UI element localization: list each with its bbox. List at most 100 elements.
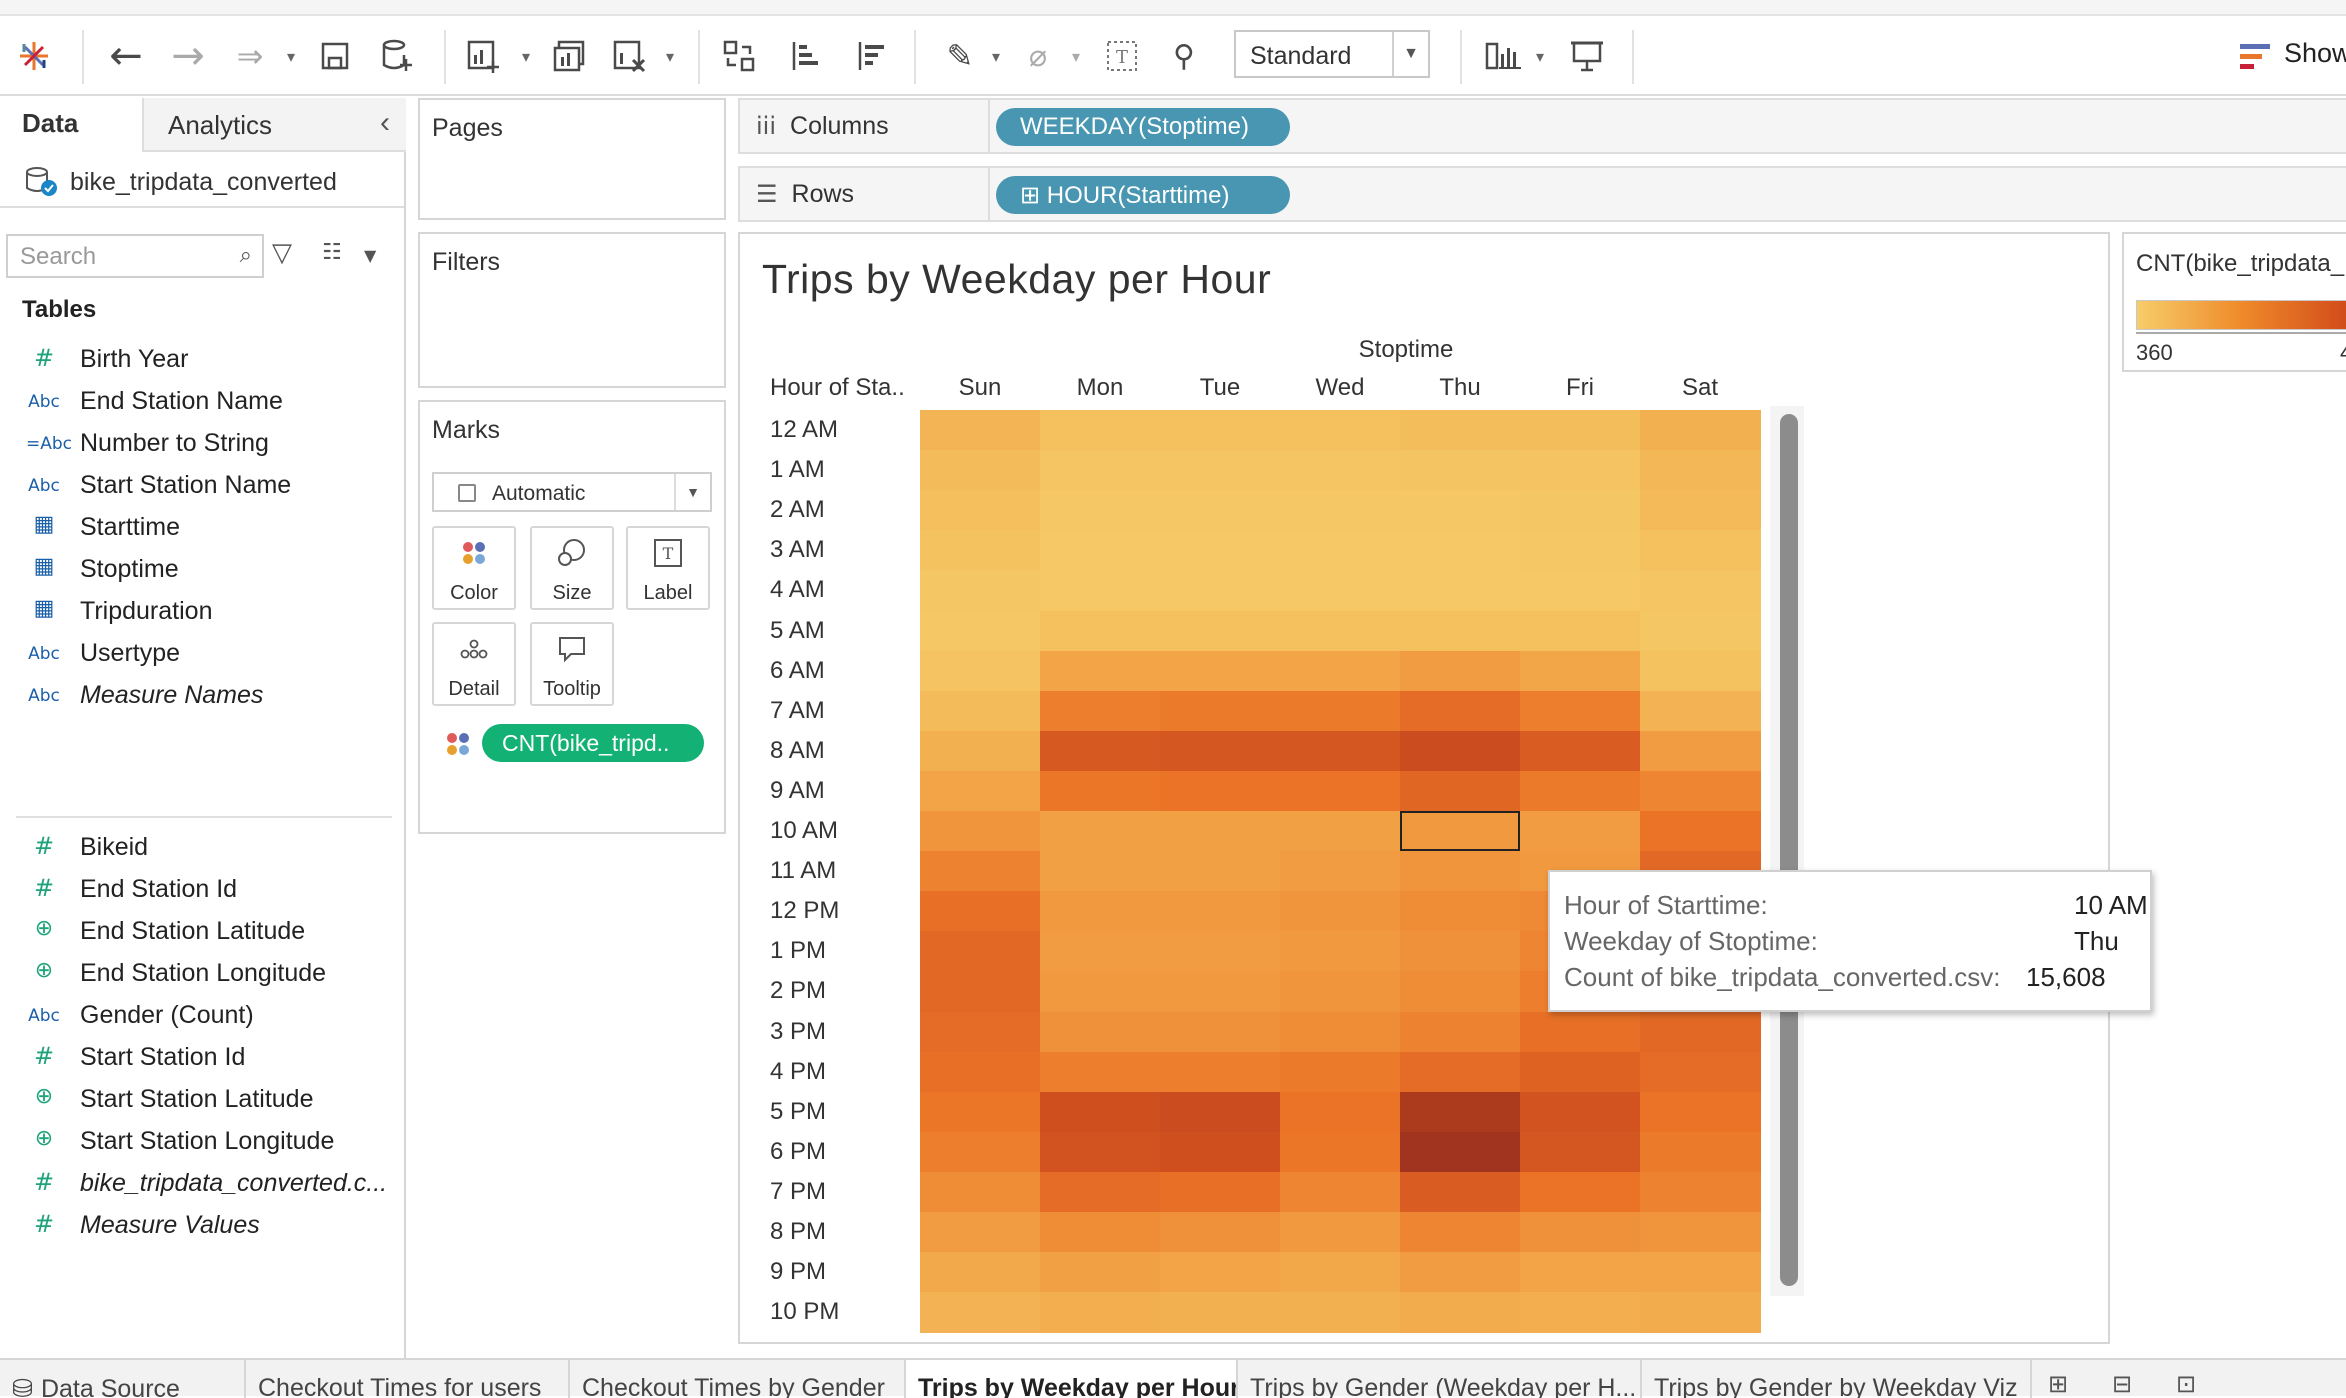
heatmap-cell[interactable] <box>1040 1212 1161 1253</box>
heatmap-cell[interactable] <box>920 1131 1041 1173</box>
heatmap-cell[interactable] <box>920 891 1041 933</box>
row-header-label[interactable]: 7 AM <box>770 697 910 725</box>
heatmap-cell[interactable] <box>1280 610 1401 652</box>
new-worksheet-icon[interactable] <box>460 16 506 96</box>
heatmap-cell[interactable] <box>920 1292 1041 1334</box>
heatmap-cell[interactable] <box>1040 730 1161 772</box>
data-source-item[interactable]: bike_tripdata_converted <box>0 152 404 208</box>
field-item[interactable]: ⊕ End Station Latitude <box>0 910 404 952</box>
heatmap-cell[interactable] <box>1520 1212 1641 1253</box>
heatmap-cell[interactable] <box>1040 851 1161 893</box>
redo-dropdown-icon[interactable]: ▾ <box>282 16 300 96</box>
heatmap-cell[interactable] <box>920 971 1041 1013</box>
heatmap-cell[interactable] <box>1280 490 1401 532</box>
columns-shelf[interactable]: iii Columns WEEKDAY(Stoptime) <box>738 98 2346 154</box>
field-item[interactable]: # End Station Id <box>0 868 404 910</box>
heatmap-cell[interactable] <box>1640 1091 1761 1133</box>
heatmap-cell[interactable] <box>1040 1011 1161 1053</box>
heatmap-cell[interactable] <box>1520 811 1641 852</box>
tab-trips-gender-weekday-hour[interactable]: Trips by Gender (Weekday per H... <box>1238 1360 1642 1398</box>
row-header-label[interactable]: 12 AM <box>770 416 910 444</box>
field-item[interactable]: ▦ Tripduration <box>0 590 404 632</box>
heatmap-cell[interactable] <box>1040 530 1161 572</box>
heatmap-cell[interactable] <box>1280 730 1401 772</box>
heatmap-cell[interactable] <box>1160 851 1281 893</box>
new-worksheet-tab-icon[interactable]: ⊞ <box>2048 1370 2068 1398</box>
forward-arrow-icon[interactable]: → <box>162 16 214 96</box>
heatmap-cell[interactable] <box>1400 570 1521 612</box>
heatmap-cell[interactable] <box>1400 610 1521 652</box>
pin-icon[interactable]: ⚲ <box>1164 16 1204 96</box>
marks-detail-button[interactable]: Detail <box>432 622 516 706</box>
row-header-title[interactable]: Hour of Sta.. <box>770 374 905 402</box>
heatmap-cell[interactable] <box>1640 1051 1761 1093</box>
heatmap-cell[interactable] <box>1400 490 1521 532</box>
field-item[interactable]: Abc Gender (Count) <box>0 994 404 1036</box>
column-header-sat[interactable]: Sat <box>1640 374 1760 402</box>
heatmap-cell[interactable] <box>920 1252 1041 1294</box>
row-header-label[interactable]: 4 AM <box>770 576 910 604</box>
collapse-pane-icon[interactable]: ‹ <box>380 106 390 140</box>
heatmap-cell[interactable] <box>1160 1011 1281 1053</box>
row-header-label[interactable]: 1 AM <box>770 456 910 484</box>
row-header-label[interactable]: 11 AM <box>770 857 910 885</box>
heatmap-cell[interactable] <box>1400 1292 1521 1334</box>
heatmap-cell[interactable] <box>1520 410 1641 451</box>
row-header-label[interactable]: 9 AM <box>770 777 910 805</box>
heatmap-cell[interactable] <box>1280 1051 1401 1093</box>
field-item[interactable]: Abc Start Station Name <box>0 464 404 506</box>
heatmap-cell[interactable] <box>1520 1011 1641 1053</box>
column-header-thu[interactable]: Thu <box>1400 374 1520 402</box>
heatmap-cell[interactable] <box>920 610 1041 652</box>
redo-icon[interactable]: ⇒ <box>224 16 276 96</box>
heatmap-cell[interactable] <box>1400 410 1521 451</box>
heatmap-cell[interactable] <box>1400 530 1521 572</box>
tab-data[interactable]: Data <box>0 98 142 152</box>
heatmap-cell[interactable] <box>920 1171 1041 1213</box>
heatmap-cell[interactable] <box>1160 1131 1281 1173</box>
marks-color-button[interactable]: Color <box>432 526 516 610</box>
heatmap-cell[interactable] <box>1280 450 1401 492</box>
duplicate-sheet-icon[interactable] <box>546 16 592 96</box>
view-list-icon[interactable]: ☷ <box>322 240 342 265</box>
heatmap-cell[interactable] <box>1400 690 1521 732</box>
group-paperclip-icon[interactable]: ⌀ <box>1018 16 1058 96</box>
row-header-label[interactable]: 4 PM <box>770 1058 910 1086</box>
row-header-label[interactable]: 10 PM <box>770 1298 910 1326</box>
heatmap-cell[interactable] <box>1280 1212 1401 1253</box>
heatmap-cell[interactable] <box>920 450 1041 492</box>
heatmap-cell[interactable] <box>1280 570 1401 612</box>
row-header-label[interactable]: 3 PM <box>770 1018 910 1046</box>
heatmap-cell[interactable] <box>1640 690 1761 732</box>
heatmap-cell[interactable] <box>1040 931 1161 973</box>
heatmap-cell[interactable] <box>1280 530 1401 572</box>
row-header-label[interactable]: 9 PM <box>770 1258 910 1286</box>
heatmap-cell[interactable] <box>1280 650 1401 692</box>
heatmap-cell[interactable] <box>920 1091 1041 1133</box>
sort-descending-icon[interactable] <box>848 16 894 96</box>
heatmap-cell[interactable] <box>1040 971 1161 1013</box>
heatmap-cell[interactable] <box>1400 730 1521 772</box>
heatmap-cell[interactable] <box>920 1212 1041 1253</box>
mark-type-dropdown[interactable]: Automatic ▼ <box>432 472 712 512</box>
column-header-sun[interactable]: Sun <box>920 374 1040 402</box>
heatmap-cell[interactable] <box>1400 891 1521 933</box>
heatmap-cell[interactable] <box>1280 811 1401 852</box>
row-header-label[interactable]: 8 PM <box>770 1218 910 1246</box>
row-header-label[interactable]: 1 PM <box>770 937 910 965</box>
heatmap-cell[interactable] <box>1400 931 1521 973</box>
heatmap-cell[interactable] <box>1400 1212 1521 1253</box>
row-header-label[interactable]: 5 PM <box>770 1098 910 1126</box>
heatmap-cell[interactable] <box>1400 1051 1521 1093</box>
filter-funnel-icon[interactable]: ▽ <box>272 238 292 268</box>
row-header-label[interactable]: 8 AM <box>770 737 910 765</box>
field-search-input[interactable]: Search ⌕ <box>6 234 264 278</box>
show-cards-icon[interactable] <box>1482 16 1526 96</box>
row-header-label[interactable]: 10 AM <box>770 817 910 845</box>
row-header-label[interactable]: 5 AM <box>770 617 910 645</box>
heatmap-cell[interactable] <box>920 690 1041 732</box>
tab-trips-gender-weekday-viz[interactable]: Trips by Gender by Weekday Viz <box>1642 1360 2032 1398</box>
new-dashboard-tab-icon[interactable]: ⊟ <box>2112 1370 2132 1398</box>
heatmap-cell[interactable] <box>1160 570 1281 612</box>
heatmap-cell[interactable] <box>1520 690 1641 732</box>
